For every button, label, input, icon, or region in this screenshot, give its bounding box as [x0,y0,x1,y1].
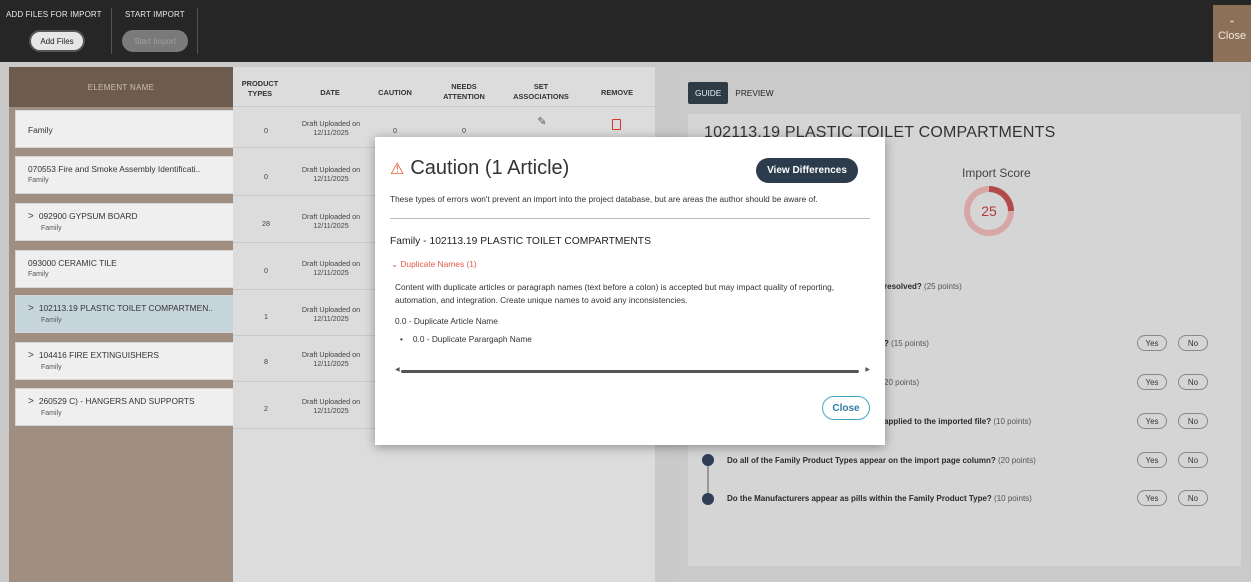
duplicate-names-label: Duplicate Names (1) [400,259,477,269]
dialog-divider [390,218,870,219]
family-line: Family - 102113.19 PLASTIC TOILET COMPAR… [390,236,651,247]
view-differences-button[interactable]: View Differences [756,158,858,183]
close-dialog-button[interactable]: Close [822,396,870,420]
horizontal-scrollbar[interactable]: ◀ ▶ [395,366,870,374]
dialog-title-text: Caution (1 Article) [410,157,570,179]
chevron-down-icon: ⌄ [391,259,399,269]
scroll-left-icon[interactable]: ◀ [395,366,400,373]
duplicate-paragraph-text: 0.0 - Duplicate Parargaph Name [412,334,532,344]
scroll-right-icon[interactable]: ▶ [865,366,870,373]
dialog-subtitle: These types of errors won't prevent an i… [390,194,818,204]
duplicate-paragraph-item: • 0.0 - Duplicate Parargaph Name [400,334,532,344]
duplicate-description: Content with duplicate articles or parag… [395,282,835,305]
dialog-title: ⚠ Caution (1 Article) [390,157,569,180]
duplicate-names-toggle[interactable]: ⌄ Duplicate Names (1) [391,259,477,269]
scrollbar-thumb[interactable] [401,370,859,373]
bullet-icon: • [400,334,403,344]
warning-icon: ⚠ [390,160,405,178]
caution-dialog: ⚠ Caution (1 Article) View Differences T… [375,137,885,445]
duplicate-article-item: 0.0 - Duplicate Article Name [395,316,498,326]
